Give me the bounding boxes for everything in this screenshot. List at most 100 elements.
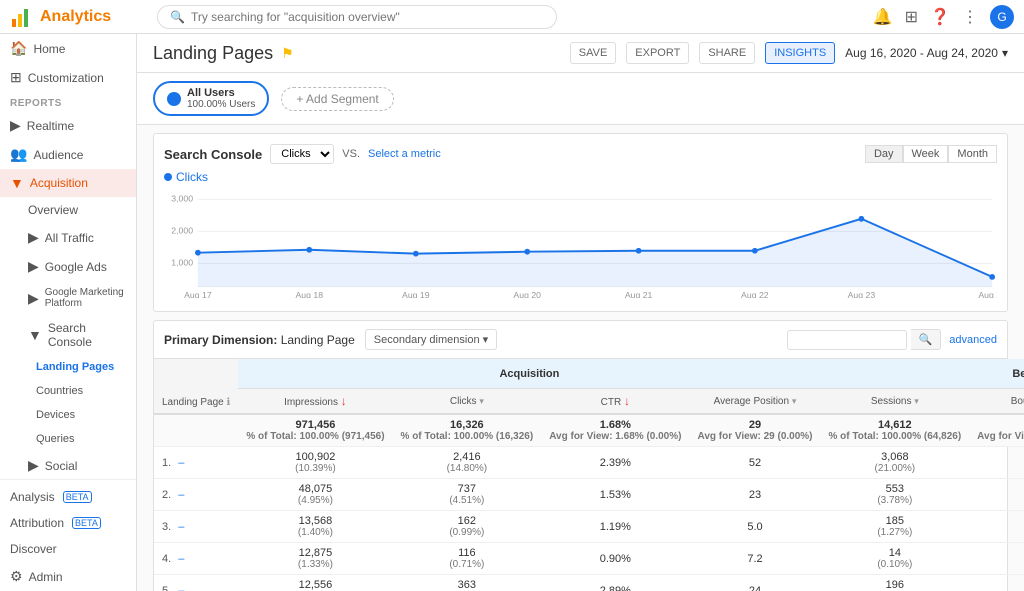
row-page-4[interactable]: 5. –: [154, 575, 238, 591]
sidebar-item-all-traffic[interactable]: ▶ All Traffic: [0, 223, 136, 252]
day-button[interactable]: Day: [865, 145, 903, 163]
expand-icon4: ▼: [28, 327, 42, 343]
sidebar-item-realtime[interactable]: ▶ Realtime: [0, 111, 136, 140]
col-landing-page: Landing Page ℹ: [154, 359, 238, 414]
all-users-segment[interactable]: All Users 100.00% Users: [153, 81, 269, 116]
segment-bar: All Users 100.00% Users + Add Segment: [137, 73, 1024, 125]
save-button[interactable]: SAVE: [570, 42, 617, 64]
row-avg-pos-3: 7.2: [689, 543, 820, 575]
search-input[interactable]: [191, 10, 544, 24]
info-icon: ⚑: [281, 45, 294, 62]
sidebar-devices-label: Devices: [36, 409, 75, 421]
sidebar-item-audience[interactable]: 👥 Audience: [0, 140, 136, 169]
row-sessions-0: 3,068(21.00%): [821, 447, 970, 479]
main-layout: 🏠 Home ⊞ Customization REPORTS ▶ Realtim…: [0, 34, 1024, 591]
help-icon[interactable]: ❓: [930, 7, 950, 27]
sidebar-item-google-ads[interactable]: ▶ Google Ads: [0, 252, 136, 281]
table-row: 5. – 12,556(1.29%) 363(2.22%) 2.89% 24 1…: [154, 575, 1024, 591]
sidebar-item-overview[interactable]: Overview: [0, 197, 136, 223]
search-bar[interactable]: 🔍: [157, 5, 557, 29]
sidebar-item-discover[interactable]: Discover: [0, 536, 136, 562]
svg-text:1,000: 1,000: [171, 257, 193, 267]
primary-dim-label: Primary Dimension: Landing Page: [164, 333, 355, 347]
more-icon[interactable]: ⋮: [962, 7, 978, 27]
row-ctr-0: 2.39%: [541, 447, 689, 479]
svg-text:Aug 23: Aug 23: [848, 290, 876, 298]
sidebar-home-label: Home: [33, 42, 65, 56]
row-clicks-2: 162(0.99%): [393, 511, 542, 543]
analytics-logo-icon: [10, 5, 34, 29]
select-metric-link[interactable]: Select a metric: [368, 148, 441, 160]
svg-text:Aug 17: Aug 17: [184, 290, 212, 298]
sidebar-item-acquisition[interactable]: ▼ Acquisition: [0, 169, 136, 197]
col-avg-pos[interactable]: Average Position ▾: [689, 389, 820, 415]
total-ctr: 1.68% Avg for View: 1.68% (0.00%): [541, 414, 689, 447]
sidebar-item-landing-pages[interactable]: Landing Pages: [0, 355, 136, 379]
apps-icon[interactable]: ⊞: [905, 7, 918, 27]
month-button[interactable]: Month: [948, 145, 997, 163]
row-page-0[interactable]: 1. –: [154, 447, 238, 479]
col-sessions[interactable]: Sessions ▾: [821, 389, 970, 415]
sidebar-item-devices[interactable]: Devices: [0, 403, 136, 427]
date-range[interactable]: Aug 16, 2020 - Aug 24, 2020 ▾: [845, 46, 1008, 60]
row-bounce-0: 14.90%: [969, 447, 1024, 479]
table-search-input[interactable]: [787, 330, 907, 350]
col-bounce[interactable]: Bounce Rate ▾: [969, 389, 1024, 415]
table-search-button[interactable]: 🔍: [911, 329, 942, 350]
row-page-1[interactable]: 2. –: [154, 479, 238, 511]
account-icon[interactable]: G: [990, 5, 1014, 29]
col-impressions[interactable]: Impressions ↓: [238, 389, 392, 415]
sidebar-item-customization[interactable]: ⊞ Customization: [0, 63, 136, 92]
sidebar-realtime-label: Realtime: [27, 119, 74, 133]
sidebar-item-admin[interactable]: ⚙ Admin: [0, 562, 136, 591]
sidebar-audience-label: Audience: [33, 148, 83, 162]
realtime-icon: ▶: [10, 117, 21, 134]
row-impressions-0: 100,902(10.39%): [238, 447, 392, 479]
row-impressions-4: 12,556(1.29%): [238, 575, 392, 591]
sidebar-item-google-marketing[interactable]: ▶ Google Marketing Platform: [0, 281, 136, 315]
row-page-3[interactable]: 4. –: [154, 543, 238, 575]
week-button[interactable]: Week: [903, 145, 949, 163]
sidebar-queries-label: Queries: [36, 433, 75, 445]
sidebar-item-analysis[interactable]: Analysis BETA: [0, 484, 136, 510]
sidebar-item-search-console[interactable]: ▼ Search Console: [0, 315, 136, 355]
sidebar-item-attribution[interactable]: Attribution BETA: [0, 510, 136, 536]
row-page-2[interactable]: 3. –: [154, 511, 238, 543]
expand-icon: ▶: [28, 229, 39, 246]
all-users-pct: 100.00% Users: [187, 99, 255, 110]
sidebar-item-social[interactable]: ▶ Social: [0, 451, 136, 479]
top-bar: Analytics 🔍 🔔 ⊞ ❓ ⋮ G: [0, 0, 1024, 34]
admin-icon: ⚙: [10, 568, 23, 585]
col-acquisition: Acquisition: [238, 359, 820, 389]
export-button[interactable]: EXPORT: [626, 42, 689, 64]
metric-label: Clicks: [164, 170, 997, 184]
col-ctr[interactable]: CTR ↓: [541, 389, 689, 415]
sidebar-search-console-label: Search Console: [48, 321, 126, 349]
sidebar-item-countries[interactable]: Countries: [0, 379, 136, 403]
row-ctr-2: 1.19%: [541, 511, 689, 543]
advanced-link[interactable]: advanced: [949, 334, 997, 346]
metric-select[interactable]: Clicks: [270, 144, 334, 164]
secondary-dim-button[interactable]: Secondary dimension ▾: [365, 329, 497, 350]
sidebar-admin-label: Admin: [29, 570, 63, 584]
sidebar-google-ads-label: Google Ads: [45, 260, 107, 274]
sidebar-item-home[interactable]: 🏠 Home: [0, 34, 136, 63]
segment-circle: [167, 92, 181, 106]
notification-icon[interactable]: 🔔: [873, 7, 893, 27]
page-title-row: Landing Pages ⚑: [153, 43, 294, 64]
svg-text:Aug 21: Aug 21: [625, 290, 653, 298]
share-button[interactable]: SHARE: [699, 42, 755, 64]
total-clicks: 16,326 % of Total: 100.00% (16,326): [393, 414, 542, 447]
insights-button[interactable]: INSIGHTS: [765, 42, 835, 64]
svg-text:Aug 19: Aug 19: [402, 290, 430, 298]
row-ctr-1: 1.53%: [541, 479, 689, 511]
chart-section: Search Console Clicks VS. Select a metri…: [153, 133, 1008, 312]
attribution-beta-badge: BETA: [72, 517, 101, 529]
add-segment-button[interactable]: + Add Segment: [281, 87, 393, 111]
row-avg-pos-4: 24: [689, 575, 820, 591]
row-clicks-3: 116(0.71%): [393, 543, 542, 575]
col-clicks[interactable]: Clicks ▾: [393, 389, 542, 415]
sidebar-item-queries[interactable]: Queries: [0, 427, 136, 451]
row-clicks-4: 363(2.22%): [393, 575, 542, 591]
table-row: 3. – 13,568(1.40%) 162(0.99%) 1.19% 5.0 …: [154, 511, 1024, 543]
